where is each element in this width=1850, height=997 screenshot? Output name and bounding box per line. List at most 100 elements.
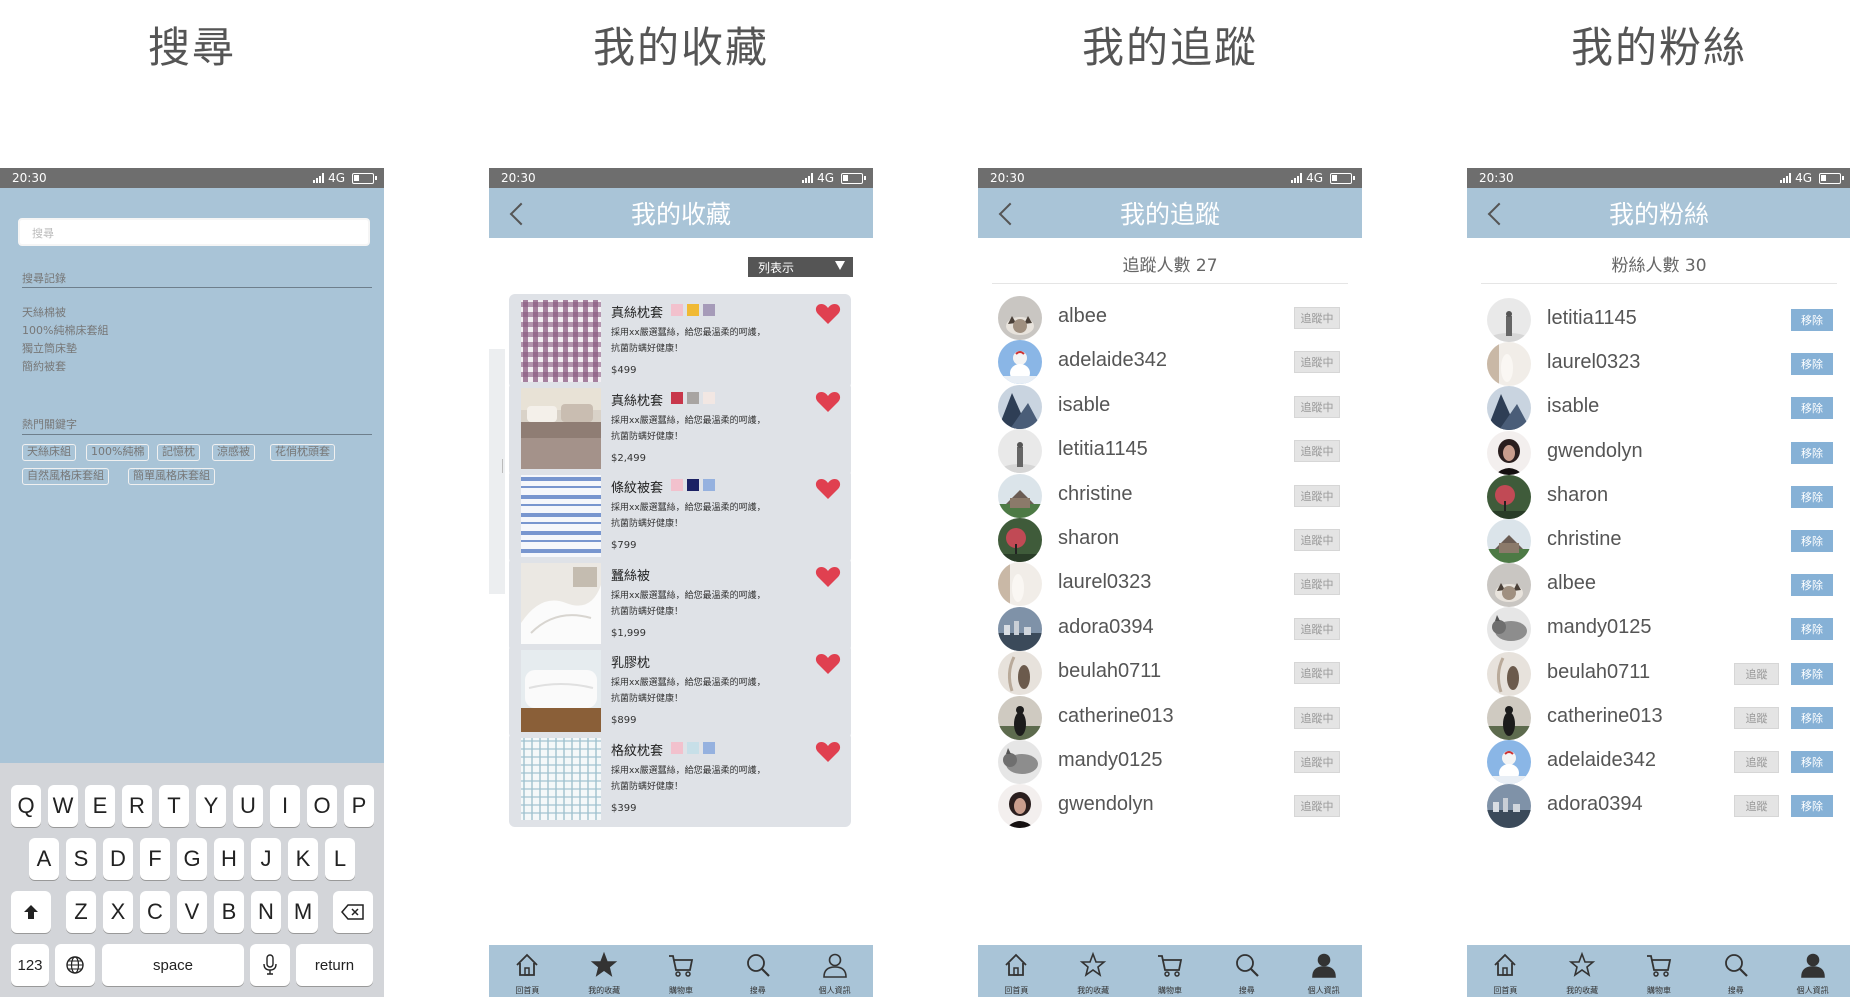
key-q[interactable]: Q (11, 785, 41, 827)
color-swatch[interactable] (703, 479, 715, 491)
nav-item-star[interactable]: 我的收藏 (574, 951, 634, 996)
key-h[interactable]: H (214, 838, 244, 880)
nav-item-user[interactable]: 個人資訊 (1783, 951, 1843, 996)
heart-icon[interactable] (815, 565, 841, 589)
remove-button[interactable]: 移除 (1791, 353, 1833, 376)
key-t[interactable]: T (159, 785, 189, 827)
history-item[interactable]: 天絲棉被 (22, 304, 66, 320)
key-j[interactable]: J (251, 838, 281, 880)
product-image[interactable] (521, 562, 601, 645)
username[interactable]: adora0394 (1058, 616, 1154, 639)
username[interactable]: adelaide342 (1547, 749, 1656, 772)
remove-button[interactable]: 移除 (1791, 574, 1833, 597)
product-name[interactable]: 蠶絲被 (611, 565, 650, 584)
nav-item-cart[interactable]: 購物車 (1629, 951, 1689, 996)
username[interactable]: christine (1058, 483, 1132, 506)
user-row[interactable]: adora0394 追蹤 移除 (1467, 777, 1850, 829)
username[interactable]: catherine013 (1547, 705, 1663, 728)
key-k[interactable]: K (288, 838, 318, 880)
username[interactable]: gwendolyn (1058, 793, 1154, 816)
following-button[interactable]: 追蹤中 (1294, 751, 1340, 773)
favorite-card[interactable]: 真絲枕套 採用xx嚴選蠶絲，給您最溫柔的呵護， 抗菌防螨好健康！ $499 (509, 294, 851, 389)
keyword-tag[interactable]: 記憶枕 (157, 444, 200, 461)
key-m[interactable]: M (288, 891, 318, 933)
key-w[interactable]: W (48, 785, 78, 827)
history-item[interactable]: 100%純棉床套組 (22, 322, 108, 338)
nav-item-star[interactable]: 我的收藏 (1552, 951, 1612, 996)
color-swatch[interactable] (687, 391, 699, 404)
username[interactable]: mandy0125 (1058, 749, 1163, 772)
username[interactable]: albee (1058, 305, 1107, 328)
following-button[interactable]: 追蹤中 (1294, 307, 1340, 329)
color-swatch[interactable] (671, 391, 683, 404)
remove-button[interactable]: 移除 (1791, 751, 1833, 773)
remove-button[interactable]: 移除 (1791, 309, 1833, 331)
key-u[interactable]: U (233, 785, 263, 827)
key-p[interactable]: P (344, 785, 374, 827)
favorite-card[interactable]: 蠶絲被 採用xx嚴選蠶絲，給您最溫柔的呵護， 抗菌防螨好健康！ $1,999 (509, 556, 851, 652)
username[interactable]: laurel0323 (1058, 571, 1151, 594)
color-swatch[interactable] (671, 479, 683, 491)
side-drawer-handle[interactable] (489, 349, 505, 594)
key-z[interactable]: Z (66, 891, 96, 933)
nav-item-home[interactable]: 回首頁 (1475, 951, 1535, 996)
username[interactable]: sharon (1058, 527, 1119, 550)
key-d[interactable]: D (103, 838, 133, 880)
color-swatch[interactable] (703, 741, 715, 754)
remove-button[interactable]: 移除 (1791, 530, 1833, 552)
username[interactable]: gwendolyn (1547, 440, 1643, 463)
heart-icon[interactable] (815, 740, 841, 764)
key-y[interactable]: Y (196, 785, 226, 827)
keyword-tag[interactable]: 自然風格床套組 (22, 468, 109, 485)
nav-item-star[interactable]: 我的收藏 (1063, 951, 1123, 996)
key-v[interactable]: V (177, 891, 207, 933)
following-button[interactable]: 追蹤中 (1294, 573, 1340, 596)
username[interactable]: laurel0323 (1547, 351, 1640, 374)
color-swatch[interactable] (687, 479, 699, 491)
username[interactable]: letitia1145 (1058, 438, 1148, 461)
shift-key[interactable] (11, 891, 51, 933)
product-image[interactable] (521, 650, 601, 732)
product-name[interactable]: 真絲枕套 (611, 390, 663, 409)
remove-button[interactable]: 移除 (1791, 706, 1833, 729)
product-name[interactable]: 真絲枕套 (611, 302, 663, 321)
keyword-tag[interactable]: 涼感被 (212, 444, 255, 461)
username[interactable]: catherine013 (1058, 705, 1174, 728)
favorite-card[interactable]: 乳膠枕 採用xx嚴選蠶絲，給您最溫柔的呵護， 抗菌防螨好健康！ $899 (509, 644, 851, 739)
username[interactable]: isable (1058, 394, 1110, 417)
remove-button[interactable]: 移除 (1791, 441, 1833, 464)
following-button[interactable]: 追蹤中 (1294, 795, 1340, 818)
nav-item-search[interactable]: 搜尋 (728, 951, 788, 996)
following-button[interactable]: 追蹤中 (1294, 662, 1340, 685)
backspace-key[interactable] (333, 891, 373, 933)
following-button[interactable]: 追蹤中 (1294, 529, 1340, 551)
following-button[interactable]: 追蹤中 (1294, 440, 1340, 463)
username[interactable]: christine (1547, 528, 1621, 551)
color-swatch[interactable] (671, 304, 683, 316)
key-c[interactable]: C (140, 891, 170, 933)
following-button[interactable]: 追蹤中 (1294, 617, 1340, 640)
keyword-tag[interactable]: 花俏枕頭套 (270, 444, 335, 461)
key-l[interactable]: L (325, 838, 355, 880)
nav-item-search[interactable]: 搜尋 (1706, 951, 1766, 996)
globe-key[interactable] (55, 944, 95, 986)
heart-icon[interactable] (815, 390, 841, 414)
key-x[interactable]: X (103, 891, 133, 933)
keyword-tag[interactable]: 天絲床組 (22, 444, 76, 461)
product-image[interactable] (521, 475, 601, 557)
username[interactable]: sharon (1547, 484, 1608, 507)
avatar[interactable] (1487, 784, 1531, 829)
mic-key[interactable] (250, 944, 290, 986)
view-mode-select[interactable]: 列表示 (748, 257, 853, 277)
remove-button[interactable]: 移除 (1791, 795, 1833, 818)
color-swatch[interactable] (671, 741, 683, 754)
username[interactable]: beulah0711 (1058, 660, 1161, 683)
nav-item-cart[interactable]: 購物車 (1140, 951, 1200, 996)
nav-item-user[interactable]: 個人資訊 (1294, 951, 1354, 996)
nav-item-home[interactable]: 回首頁 (986, 951, 1046, 996)
product-image[interactable] (521, 300, 601, 382)
following-button[interactable]: 追蹤中 (1294, 706, 1340, 729)
follow-back-button[interactable]: 追蹤 (1734, 795, 1779, 818)
keyword-tag[interactable]: 100%純棉 (86, 444, 150, 461)
favorite-card[interactable]: 真絲枕套 採用xx嚴選蠶絲，給您最溫柔的呵護， 抗菌防螨好健康！ $2,499 (509, 381, 851, 477)
